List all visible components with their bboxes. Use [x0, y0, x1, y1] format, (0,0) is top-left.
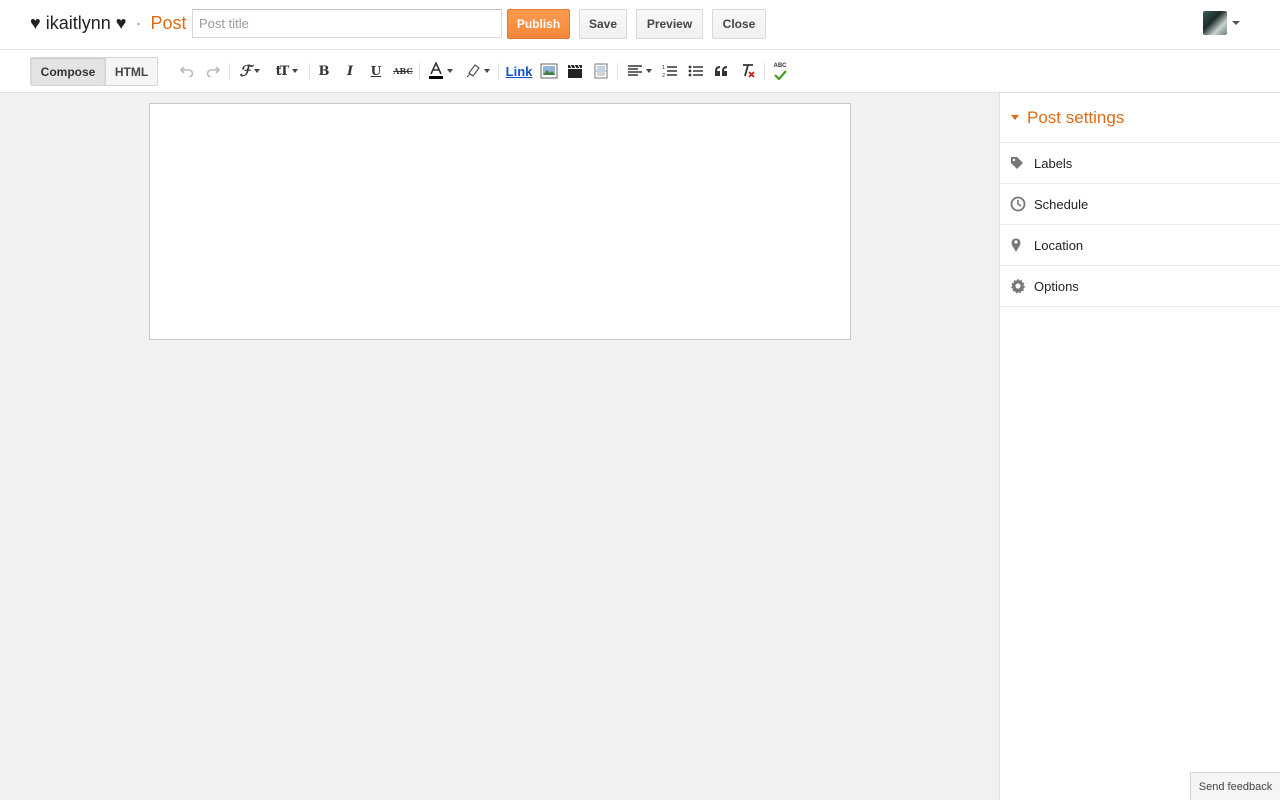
redo-icon[interactable] [204, 60, 222, 82]
bullet-list-icon[interactable] [687, 60, 705, 82]
header-bar: ♥ ikaitlynn ♥ · Post Publish Save Previe… [0, 0, 1280, 50]
mode-switch: Compose HTML [30, 57, 158, 86]
toolbar-divider [419, 63, 420, 80]
settings-item-label: Location [1034, 237, 1084, 253]
font-family-icon[interactable]: ℱ [236, 60, 264, 82]
chevron-down-icon [1232, 21, 1240, 25]
save-button[interactable]: Save [579, 9, 627, 39]
numbered-list-icon[interactable]: 12 [661, 60, 679, 82]
toolbar-divider [617, 63, 618, 80]
toolbar-divider [229, 63, 230, 80]
post-body-editor[interactable] [149, 103, 851, 340]
title-separator: · [135, 13, 142, 33]
page-label: Post [150, 13, 187, 33]
svg-text:2: 2 [662, 73, 665, 78]
tag-icon [1000, 156, 1034, 170]
blog-title[interactable]: ♥ ikaitlynn ♥ · Post [30, 13, 186, 34]
undo-icon[interactable] [178, 60, 196, 82]
compose-tab[interactable]: Compose [30, 57, 106, 86]
map-pin-icon [1000, 237, 1034, 253]
post-settings-header[interactable]: Post settings [1000, 93, 1280, 143]
alignment-icon[interactable] [624, 60, 654, 82]
settings-item-label: Schedule [1034, 196, 1089, 212]
send-feedback-button[interactable]: Send feedback [1190, 772, 1280, 800]
publish-button[interactable]: Publish [507, 9, 570, 39]
gear-icon [1000, 278, 1034, 294]
font-size-icon[interactable]: tT [272, 60, 302, 82]
spellcheck-icon[interactable]: ABC [770, 60, 790, 82]
insert-link-button[interactable]: Link [506, 60, 533, 82]
triangle-down-icon [1011, 115, 1019, 120]
svg-text:1: 1 [662, 65, 665, 71]
account-menu[interactable] [1203, 11, 1240, 35]
italic-icon[interactable]: I [342, 60, 358, 82]
settings-item-label: Options [1034, 278, 1079, 294]
settings-item-location[interactable]: Location [1000, 225, 1280, 266]
strikethrough-icon[interactable]: ABC [393, 60, 413, 82]
post-settings-panel: Post settings Labels Schedule Location O… [999, 93, 1280, 800]
settings-item-options[interactable]: Options [1000, 266, 1280, 307]
post-settings-title: Post settings [1027, 107, 1125, 127]
remove-formatting-icon[interactable] [738, 60, 758, 82]
underline-icon[interactable]: U [368, 60, 384, 82]
toolbar-divider [309, 63, 310, 80]
html-tab[interactable]: HTML [106, 57, 158, 86]
toolbar-divider [498, 63, 499, 80]
close-button[interactable]: Close [712, 9, 766, 39]
jump-break-icon[interactable] [591, 60, 611, 82]
highlight-color-icon[interactable] [463, 60, 491, 82]
bold-icon[interactable]: B [316, 60, 332, 82]
settings-item-schedule[interactable]: Schedule [1000, 184, 1280, 225]
text-color-icon[interactable] [426, 60, 454, 82]
editor-toolbar: Compose HTML ℱ tT B I U ABC Link 1 2 ABC [0, 50, 1280, 93]
settings-item-label: Labels [1034, 155, 1073, 171]
quote-icon[interactable] [712, 60, 730, 82]
avatar[interactable] [1203, 11, 1227, 35]
blog-name[interactable]: ♥ ikaitlynn ♥ [30, 13, 126, 33]
settings-item-labels[interactable]: Labels [1000, 143, 1280, 184]
insert-image-icon[interactable] [539, 60, 559, 82]
insert-video-icon[interactable] [565, 60, 585, 82]
clock-icon [1000, 196, 1034, 212]
toolbar-divider [764, 63, 765, 80]
preview-button[interactable]: Preview [636, 9, 703, 39]
post-title-input[interactable] [192, 9, 502, 38]
